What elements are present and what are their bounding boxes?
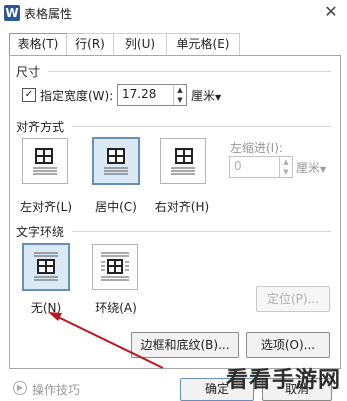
watermark-text: 看看手游网 bbox=[225, 368, 341, 393]
annotation-arrow bbox=[48, 312, 164, 369]
